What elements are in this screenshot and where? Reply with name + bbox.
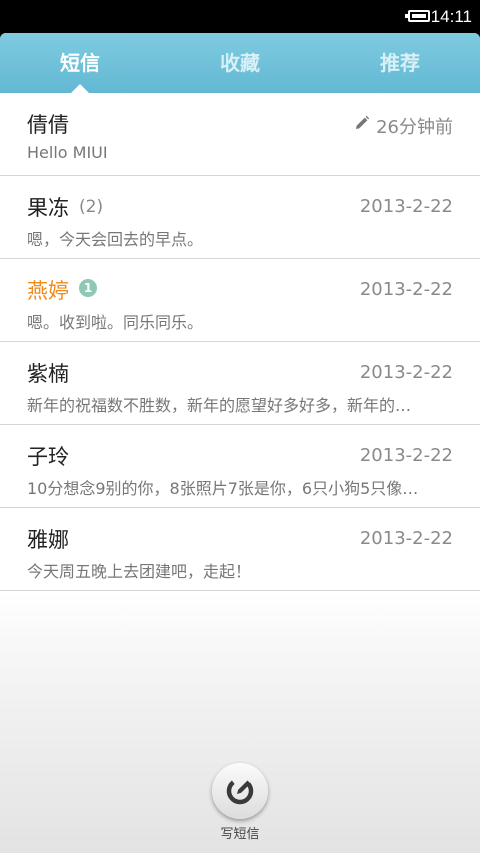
message-time: 2013-2-22	[359, 279, 453, 300]
message-preview: 今天周五晚上去团建吧，走起！	[27, 562, 252, 581]
conversation-row[interactable]: 倩倩 26分钟前 Hello MIUI	[0, 93, 480, 176]
message-preview: 嗯，今天会回去的早点。	[27, 230, 204, 249]
conversation-list: 倩倩 26分钟前 Hello MIUI 果冻 (2) 2013-2-22 嗯，今…	[0, 93, 480, 591]
conversation-row[interactable]: 雅娜 2013-2-22 今天周五晚上去团建吧，走起！	[0, 508, 480, 591]
contact-name: 雅娜	[27, 528, 69, 552]
contact-name: 子玲	[27, 445, 69, 469]
message-time: 2013-2-22	[359, 196, 453, 217]
active-tab-indicator	[71, 84, 89, 93]
unread-badge: 1	[79, 279, 97, 297]
compose-label[interactable]: 写短信	[190, 823, 290, 842]
status-bar: 14:11	[0, 0, 480, 33]
conversation-row[interactable]: 紫楠 2013-2-22 新年的祝福数不胜数，新年的愿望好多好多，新年的…	[0, 342, 480, 425]
message-preview: 新年的祝福数不胜数，新年的愿望好多好多，新年的…	[27, 396, 412, 415]
message-time: 2013-2-22	[359, 528, 453, 549]
conversation-row[interactable]: 果冻 (2) 2013-2-22 嗯，今天会回去的早点。	[0, 176, 480, 259]
message-time: 26分钟前	[376, 117, 453, 138]
tab-bar: 短信 收藏 推荐	[0, 33, 480, 93]
pencil-icon	[356, 115, 370, 129]
battery-icon	[405, 10, 430, 22]
conversation-row[interactable]: 燕婷 1 2013-2-22 嗯。收到啦。同乐同乐。	[0, 259, 480, 342]
tab-recommended[interactable]: 推荐	[320, 33, 480, 93]
contact-name: 果冻	[27, 196, 69, 220]
compose-icon	[226, 777, 254, 805]
message-preview: 10分想念9别的你，8张照片7张是你，6只小狗5只像…	[27, 479, 419, 498]
messaging-screen: 短信 收藏 推荐 倩倩 26分钟前 Hello MIUI 果冻 (2) 2013…	[0, 33, 480, 853]
conversation-row[interactable]: 子玲 2013-2-22 10分想念9别的你，8张照片7张是你，6只小狗5只像…	[0, 425, 480, 508]
contact-name: 燕婷	[27, 279, 69, 303]
status-clock: 14:11	[430, 7, 472, 26]
message-time: 2013-2-22	[359, 445, 453, 466]
message-count: (2)	[79, 197, 104, 217]
message-preview: Hello MIUI	[27, 143, 108, 162]
tab-favorites[interactable]: 收藏	[160, 33, 320, 93]
message-preview: 嗯。收到啦。同乐同乐。	[27, 313, 204, 332]
contact-name: 倩倩	[27, 113, 69, 137]
contact-name: 紫楠	[27, 362, 69, 386]
compose-button[interactable]	[212, 763, 268, 819]
message-time: 2013-2-22	[359, 362, 453, 383]
